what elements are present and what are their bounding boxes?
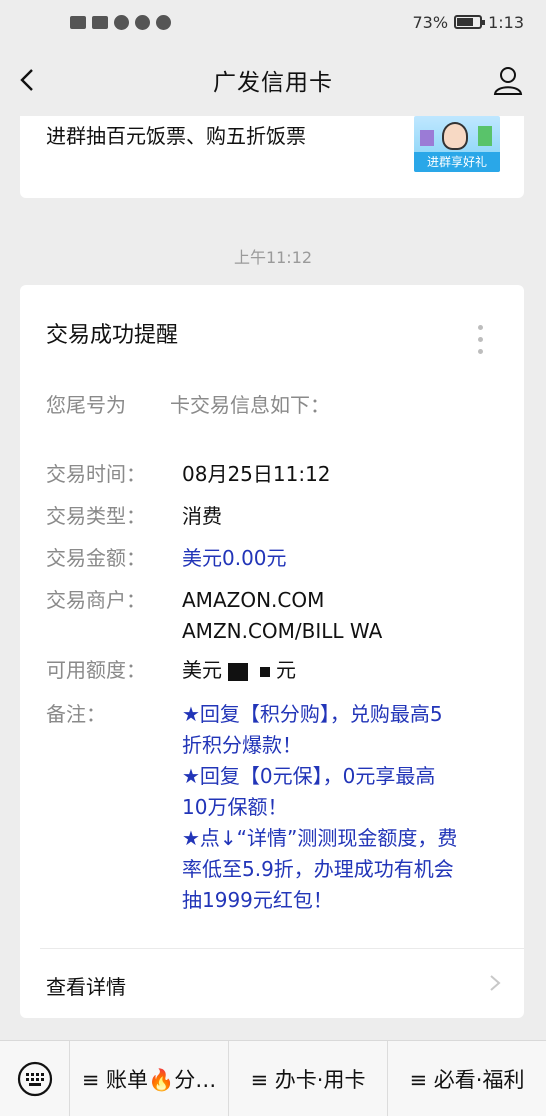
field-label: 可用额度： bbox=[46, 658, 146, 682]
remark-line: 10万保额！ bbox=[182, 795, 288, 819]
keyboard-toggle-button[interactable] bbox=[0, 1040, 70, 1116]
remark-line: 抽1999元红包！ bbox=[182, 888, 333, 912]
field-label: 交易金额： bbox=[46, 546, 146, 570]
profile-icon[interactable] bbox=[492, 64, 524, 96]
remark-line: ★回复【积分购】，兑购最高5 bbox=[182, 702, 443, 726]
row-type: 交易类型： 消费 bbox=[46, 501, 506, 532]
battery-icon bbox=[454, 15, 486, 29]
transaction-message-card: 交易成功提醒 您尾号为 卡交易信息如下： 交易时间： 08月25日11:12 交易… bbox=[20, 285, 524, 1018]
credit-suffix: 元 bbox=[276, 658, 296, 682]
menu-apply-card[interactable]: ≡ 办卡·用卡 bbox=[229, 1040, 388, 1116]
merchant-line-2: AMZN.COM/BILL WA bbox=[182, 619, 383, 643]
hd-icon bbox=[70, 15, 86, 29]
remark-line: ★点↓“详情”测测现金额度，费 bbox=[182, 826, 458, 850]
thumb-caption: 进群享好礼 bbox=[414, 152, 500, 172]
mascot-image bbox=[442, 122, 468, 150]
redacted-amount bbox=[260, 666, 270, 677]
gift-icon bbox=[420, 130, 434, 146]
redacted-card-number bbox=[126, 398, 170, 412]
battery-percent: 73% bbox=[412, 12, 449, 32]
redacted-amount bbox=[228, 662, 248, 681]
back-arrow-icon[interactable] bbox=[14, 66, 42, 94]
intro-suffix: 卡交易信息如下： bbox=[170, 393, 330, 417]
keyboard-icon bbox=[17, 1061, 52, 1096]
field-label: 交易类型： bbox=[46, 504, 146, 528]
intro-prefix: 您尾号为 bbox=[46, 393, 126, 417]
view-details-label: 查看详情 bbox=[46, 975, 126, 999]
remarks-text: ★回复【积分购】，兑购最高5 折积分爆款！ ★回复【0元保】，0元享最高 10万… bbox=[182, 699, 457, 916]
location-icon bbox=[135, 14, 150, 30]
field-value: 消费 bbox=[182, 504, 222, 528]
row-amount: 交易金额： 美元0.00元 bbox=[46, 543, 506, 574]
promo-thumbnail: 进群享好礼 bbox=[414, 116, 500, 172]
status-bar: 73% 1:13 bbox=[0, 0, 546, 44]
menu-bill[interactable]: ≡ 账单🔥分… bbox=[70, 1040, 229, 1116]
more-options-icon[interactable] bbox=[476, 325, 484, 359]
remark-line: 率低至5.9折，办理成功有机会 bbox=[182, 857, 454, 881]
field-label: 交易时间： bbox=[46, 462, 146, 486]
wifi-icon bbox=[114, 14, 129, 30]
clock: 1:13 bbox=[488, 12, 524, 32]
menu-must-see-benefits[interactable]: ≡ 必看·福利 bbox=[388, 1041, 546, 1116]
bottom-menu-bar: ≡ 账单🔥分… ≡ 办卡·用卡 ≡ 必看·福利 bbox=[0, 1040, 546, 1116]
row-remarks: 备注： ★回复【积分购】，兑购最高5 折积分爆款！ ★回复【0元保】，0元享最高… bbox=[46, 699, 506, 916]
chevron-right-icon bbox=[490, 975, 501, 991]
remark-line: 折积分爆款！ bbox=[182, 733, 302, 757]
promo-card[interactable]: 进群抽百元饭票、购五折饭票 进群享好礼 bbox=[20, 116, 524, 198]
message-intro: 您尾号为 卡交易信息如下： bbox=[46, 389, 330, 418]
nav-bar: 广发信用卡 bbox=[0, 44, 546, 116]
field-value: AMAZON.COM AMZN.COM/BILL WA bbox=[182, 585, 382, 647]
remark-line: ★回复【0元保】，0元享最高 bbox=[182, 764, 436, 788]
gift-icon bbox=[478, 126, 492, 146]
field-label: 交易商户： bbox=[46, 588, 146, 612]
message-title: 交易成功提醒 bbox=[46, 323, 179, 348]
field-label: 备注： bbox=[46, 702, 106, 726]
merchant-line-1: AMAZON.COM bbox=[182, 588, 325, 612]
field-value: 美元0.00元 bbox=[182, 546, 287, 570]
field-value: 08月25日11:12 bbox=[182, 462, 331, 486]
credit-prefix: 美元 bbox=[182, 658, 222, 682]
signal-icon bbox=[92, 15, 108, 29]
row-available-credit: 可用额度： 美元 元 bbox=[46, 655, 506, 686]
row-merchant: 交易商户： AMAZON.COM AMZN.COM/BILL WA bbox=[46, 585, 506, 647]
page-title: 广发信用卡 bbox=[213, 70, 333, 96]
field-value: 美元 元 bbox=[182, 655, 296, 686]
sync-icon bbox=[156, 14, 171, 30]
promo-text: 进群抽百元饭票、购五折饭票 bbox=[46, 124, 306, 148]
view-details-link[interactable]: 查看详情 bbox=[20, 949, 524, 1018]
message-timestamp: 上午11:12 bbox=[233, 248, 313, 267]
row-time: 交易时间： 08月25日11:12 bbox=[46, 459, 506, 490]
